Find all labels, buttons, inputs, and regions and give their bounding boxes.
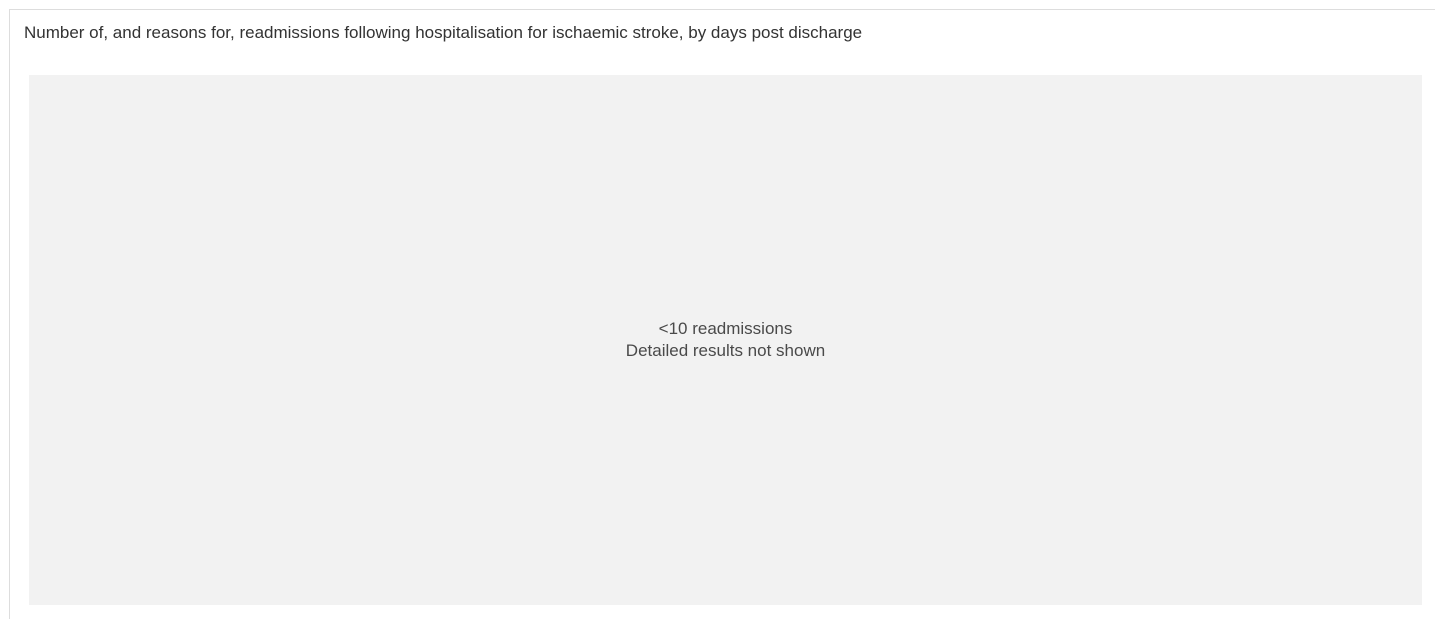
results-hidden-message: Detailed results not shown <box>625 341 826 360</box>
readmission-count-message: <10 readmissions <box>658 319 793 338</box>
readmissions-panel: Number of, and reasons for, readmissions… <box>9 9 1435 619</box>
panel-title: Number of, and reasons for, readmissions… <box>24 23 863 42</box>
suppressed-results-placeholder: <10 readmissions Detailed results not sh… <box>29 75 1422 605</box>
